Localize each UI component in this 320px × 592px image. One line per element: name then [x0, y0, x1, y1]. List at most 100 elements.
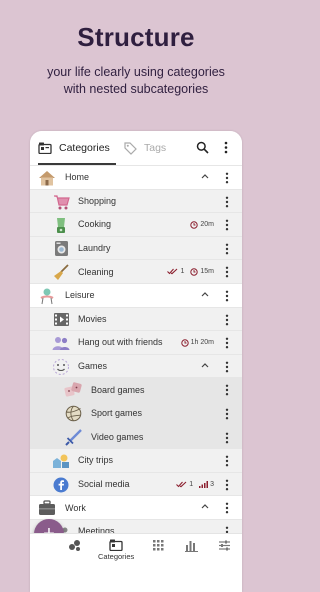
category-row[interactable]: Shopping [30, 188, 242, 213]
nav-categories-label: Categories [98, 552, 135, 561]
row-more-icon[interactable] [225, 384, 229, 396]
row-meta: 1 15m [161, 260, 214, 283]
rating-bars-icon [199, 480, 209, 488]
done-count: 1 [176, 481, 193, 488]
chevron-up-icon[interactable] [201, 173, 209, 179]
done-count: 1 [167, 268, 184, 275]
row-more-icon[interactable] [225, 408, 229, 420]
row-more-icon[interactable] [225, 290, 229, 302]
category-label: Hang out with friends [78, 337, 163, 348]
film-icon [52, 311, 70, 329]
bubbles-icon [69, 540, 80, 551]
row-more-icon[interactable] [225, 266, 229, 278]
category-label: Leisure [65, 290, 95, 301]
row-more-icon[interactable] [225, 219, 229, 231]
nav-grid[interactable] [152, 539, 165, 567]
rating-count: 3 [199, 480, 214, 488]
category-label: Sport games [91, 408, 143, 419]
lounger-icon [38, 287, 56, 305]
category-row[interactable]: Social media 1 3 [30, 471, 242, 496]
tab-categories[interactable]: Categories [38, 131, 116, 165]
category-label: City trips [78, 455, 114, 466]
category-label: Work [65, 502, 86, 513]
chevron-up-icon[interactable] [201, 362, 209, 368]
broom-icon [52, 263, 70, 281]
nav-settings[interactable] [218, 539, 231, 567]
clock-icon [190, 268, 199, 276]
duration: 1h 20m [180, 338, 214, 347]
tab-categories-label: Categories [59, 142, 110, 154]
row-meta: 13 [170, 473, 214, 496]
blender-icon [52, 216, 70, 234]
category-row[interactable]: Leisure [30, 282, 242, 307]
category-label: Movies [78, 313, 107, 324]
row-more-icon[interactable] [225, 432, 229, 444]
sword-icon [64, 429, 82, 447]
row-more-icon[interactable] [225, 314, 229, 326]
row-more-icon[interactable] [225, 502, 229, 514]
grid-icon [153, 540, 164, 551]
tab-tags[interactable]: Tags [124, 131, 166, 165]
top-tab-bar: Categories Tags [30, 131, 242, 165]
row-more-icon[interactable] [225, 361, 229, 373]
category-row[interactable]: Movies [30, 306, 242, 331]
promo-subtitle: your life clearly using categories with … [47, 65, 225, 96]
double-check-icon [167, 268, 178, 275]
washing-machine-icon [52, 240, 70, 258]
chevron-up-icon[interactable] [201, 291, 209, 297]
people-icon [52, 334, 70, 352]
category-row[interactable]: Work [30, 495, 242, 519]
nav-categories[interactable]: Categories [98, 539, 134, 567]
category-label: Cooking [78, 219, 112, 230]
tag-icon [124, 141, 137, 155]
row-meta: 20m [184, 213, 214, 236]
category-label: Home [65, 172, 90, 183]
category-row[interactable]: Cooking 20m [30, 212, 242, 236]
category-row[interactable]: Games [30, 353, 242, 378]
dice-icon [64, 381, 82, 399]
category-row[interactable]: Laundry [30, 235, 242, 260]
row-meta: 1h 20m [175, 331, 214, 354]
facebook-icon [52, 476, 70, 494]
briefcase-icon [38, 499, 56, 517]
row-more-icon[interactable] [225, 455, 229, 467]
category-label: Laundry [78, 243, 111, 254]
category-label: Cleaning [78, 266, 114, 277]
volleyball-icon [64, 405, 82, 423]
search-icon[interactable] [196, 141, 209, 154]
category-label: Video games [91, 431, 144, 442]
tab-tags-label: Tags [144, 142, 167, 154]
duration: 20m [190, 220, 214, 229]
row-more-icon[interactable] [225, 337, 229, 349]
row-more-icon[interactable] [225, 172, 229, 184]
category-label: Social media [78, 479, 130, 490]
double-check-icon [176, 481, 187, 488]
clock-icon [190, 220, 199, 229]
smiley-icon [52, 358, 70, 376]
more-vert-icon[interactable] [224, 141, 228, 154]
category-row[interactable]: Sport games [30, 400, 242, 425]
phone-screen: Categories Tags Home Shopping Cooking 20m La… [30, 131, 242, 592]
categories-icon [109, 539, 123, 551]
promo-title: Structure [77, 22, 195, 52]
category-row[interactable]: City trips [30, 448, 242, 472]
category-row[interactable]: Cleaning 1 15m [30, 259, 242, 283]
bar-chart-icon [185, 541, 198, 552]
row-more-icon[interactable] [225, 196, 229, 208]
bottom-navigation: Categories [30, 533, 242, 566]
category-row[interactable]: Home [30, 165, 242, 189]
nav-bubbles[interactable] [68, 539, 82, 567]
category-row[interactable]: Hang out with friends 1h 20m [30, 330, 242, 354]
categories-icon [38, 142, 52, 154]
row-more-icon[interactable] [225, 479, 229, 491]
city-icon [52, 452, 70, 470]
sliders-icon [219, 540, 230, 551]
chevron-up-icon[interactable] [201, 503, 209, 509]
clock-icon [180, 338, 189, 347]
category-row[interactable]: Board games [30, 377, 242, 401]
category-row[interactable]: Video games [30, 424, 242, 449]
nav-statistics[interactable] [185, 539, 198, 567]
row-more-icon[interactable] [225, 243, 229, 255]
category-label: Board games [91, 384, 145, 395]
house-icon [38, 169, 56, 187]
